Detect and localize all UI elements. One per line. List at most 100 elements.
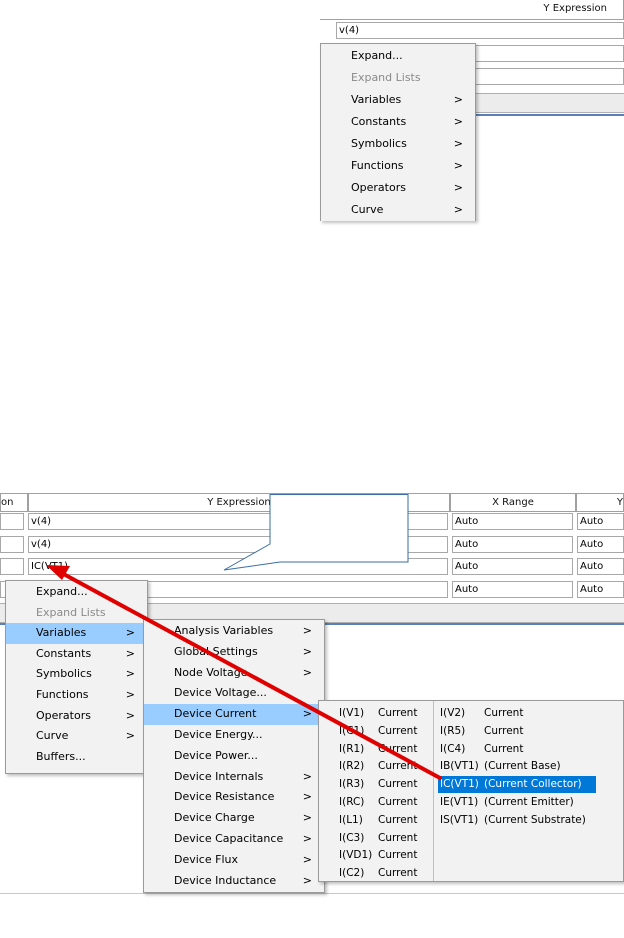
chevron-right-icon: > xyxy=(125,626,135,640)
menu-item-label: Variables xyxy=(351,93,402,106)
menu-item-desc: Current xyxy=(378,796,418,808)
menu-item[interactable]: Device Inductance > xyxy=(144,871,324,892)
menu-item: Expand Lists xyxy=(6,603,147,624)
menu-item[interactable]: Device Capacitance > xyxy=(144,829,324,850)
y-range-cell[interactable]: Auto xyxy=(577,580,624,598)
menu-item[interactable]: Buffers... xyxy=(6,747,147,768)
menu-item[interactable]: I(V2) Current xyxy=(438,705,588,722)
menu-item[interactable]: Constants > xyxy=(6,644,147,665)
menu-item-label: Device Internals xyxy=(174,769,264,783)
menu-item[interactable]: Functions > xyxy=(321,155,475,177)
menu-item-label: Global Settings xyxy=(174,644,258,658)
menu-item[interactable]: Analysis Variables > xyxy=(144,621,324,642)
menu-item-label: Device Flux xyxy=(174,852,238,866)
menu-item-label: Device Current xyxy=(174,707,257,721)
menu-item: Expand Lists xyxy=(321,67,475,89)
top-row-3[interactable] xyxy=(470,68,624,85)
menu-item[interactable]: Device Resistance > xyxy=(144,787,324,808)
menu-item-name: I(L1) xyxy=(339,813,363,826)
row-left-cell[interactable] xyxy=(0,513,24,530)
col-header-y-range[interactable]: Y xyxy=(576,493,624,512)
menu-item-label: Expand... xyxy=(351,49,403,62)
col-header-x-range[interactable]: X Range xyxy=(450,493,576,512)
menu-item[interactable]: Device Power... xyxy=(144,746,324,767)
menu-item[interactable]: I(C2) Current xyxy=(337,865,487,882)
menu-item[interactable]: I(C4) Current xyxy=(438,741,588,758)
chevron-right-icon: > xyxy=(302,624,312,637)
menu-item[interactable]: IS(VT1) (Current Substrate) xyxy=(438,812,588,829)
menu-item-label: Functions xyxy=(36,687,89,701)
menu-item[interactable]: Node Voltage > xyxy=(144,663,324,684)
x-range-cell[interactable]: Auto xyxy=(452,535,573,553)
menu-item-desc: (Current Collector) xyxy=(484,778,582,791)
menu-item-label: Expand Lists xyxy=(36,605,106,619)
x-range-cell[interactable]: Auto xyxy=(452,558,573,575)
menu-item[interactable]: Operators > xyxy=(6,706,147,727)
menu-item[interactable]: IE(VT1) (Current Emitter) xyxy=(438,794,588,811)
menu-item[interactable]: I(VD1) Current xyxy=(337,847,487,864)
menu-item-desc: Current xyxy=(378,849,418,862)
chevron-right-icon: > xyxy=(125,687,135,701)
y-range-cell[interactable]: Auto xyxy=(577,513,624,530)
menu-item[interactable]: IB(VT1) (Current Base) xyxy=(438,758,588,775)
menu-item[interactable]: Curve > xyxy=(321,199,475,221)
menu-item[interactable]: Symbolics > xyxy=(6,664,147,685)
chevron-right-icon: > xyxy=(302,644,312,658)
chevron-right-icon: > xyxy=(302,831,312,845)
top-y-expression-header: Y Expression xyxy=(320,0,624,20)
menu-item[interactable]: Device Current > xyxy=(144,704,324,725)
column-separator xyxy=(433,701,434,881)
menu-item-desc: Current xyxy=(378,813,418,826)
top-row-2[interactable] xyxy=(470,45,624,62)
menu-item[interactable]: Device Energy... xyxy=(144,725,324,746)
chevron-right-icon: > xyxy=(302,790,312,804)
menu-item-name: IE(VT1) xyxy=(440,796,479,808)
row-left-cell[interactable] xyxy=(0,535,24,553)
bottom-separator-line xyxy=(0,893,624,894)
menu-item-label: Operators xyxy=(351,181,406,194)
menu-item[interactable]: Functions > xyxy=(6,685,147,706)
chevron-right-icon: > xyxy=(125,708,135,722)
menu-item[interactable]: Expand... xyxy=(321,45,475,67)
menu-item[interactable]: Curve > xyxy=(6,726,147,747)
chevron-right-icon: > xyxy=(453,181,463,194)
chevron-right-icon: > xyxy=(302,811,312,825)
menu-item[interactable]: I(R5) Current xyxy=(438,723,588,740)
menu-item-label: Device Voltage... xyxy=(174,686,267,700)
menu-item-desc: Current xyxy=(378,724,418,737)
menu-item[interactable]: Operators > xyxy=(321,177,475,199)
menu-item-label: Curve xyxy=(36,729,69,743)
menu-item-label: Device Charge xyxy=(174,811,255,825)
menu-item-label: Curve xyxy=(351,203,384,216)
menu-item-label: Device Capacitance xyxy=(174,831,284,845)
menu-item-desc: Current xyxy=(378,760,418,773)
chevron-right-icon: > xyxy=(453,93,463,106)
x-range-cell[interactable]: Auto xyxy=(452,580,573,598)
row-left-cell[interactable] xyxy=(0,558,24,575)
x-range-cell[interactable]: Auto xyxy=(452,513,573,530)
menu-item[interactable]: Constants > xyxy=(321,111,475,133)
top-divider xyxy=(470,93,624,113)
menu-item[interactable]: Device Charge > xyxy=(144,808,324,829)
menu-item-label: Functions xyxy=(351,159,404,172)
menu-item-label: Expand... xyxy=(36,585,88,598)
menu-item[interactable]: Global Settings > xyxy=(144,642,324,663)
menu-item[interactable]: Expand... xyxy=(6,582,147,603)
menu-item[interactable]: Variables > xyxy=(321,89,475,111)
menu-item[interactable]: I(C3) Current xyxy=(337,830,487,847)
menu-item[interactable]: Device Voltage... xyxy=(144,683,324,704)
menu-item-desc: Current xyxy=(378,742,418,755)
top-blue-line xyxy=(470,114,624,116)
menu-item-name: IS(VT1) xyxy=(440,813,479,826)
y-range-cell[interactable]: Auto xyxy=(577,535,624,553)
menu-item[interactable]: Device Flux > xyxy=(144,850,324,871)
top-y-expression-cell[interactable]: v(4) xyxy=(336,22,624,39)
menu-item[interactable]: Device Internals > xyxy=(144,767,324,788)
y-range-cell[interactable]: Auto xyxy=(577,558,624,575)
menu-item[interactable]: Variables > xyxy=(6,623,147,644)
menu-item[interactable]: Symbolics > xyxy=(321,133,475,155)
menu-item-desc: (Current Base) xyxy=(484,760,561,773)
menu-item-name: I(C2) xyxy=(339,867,365,880)
menu-item-label: Expand Lists xyxy=(351,71,421,84)
menu-item[interactable]: IC(VT1) (Current Collector) xyxy=(438,776,596,794)
